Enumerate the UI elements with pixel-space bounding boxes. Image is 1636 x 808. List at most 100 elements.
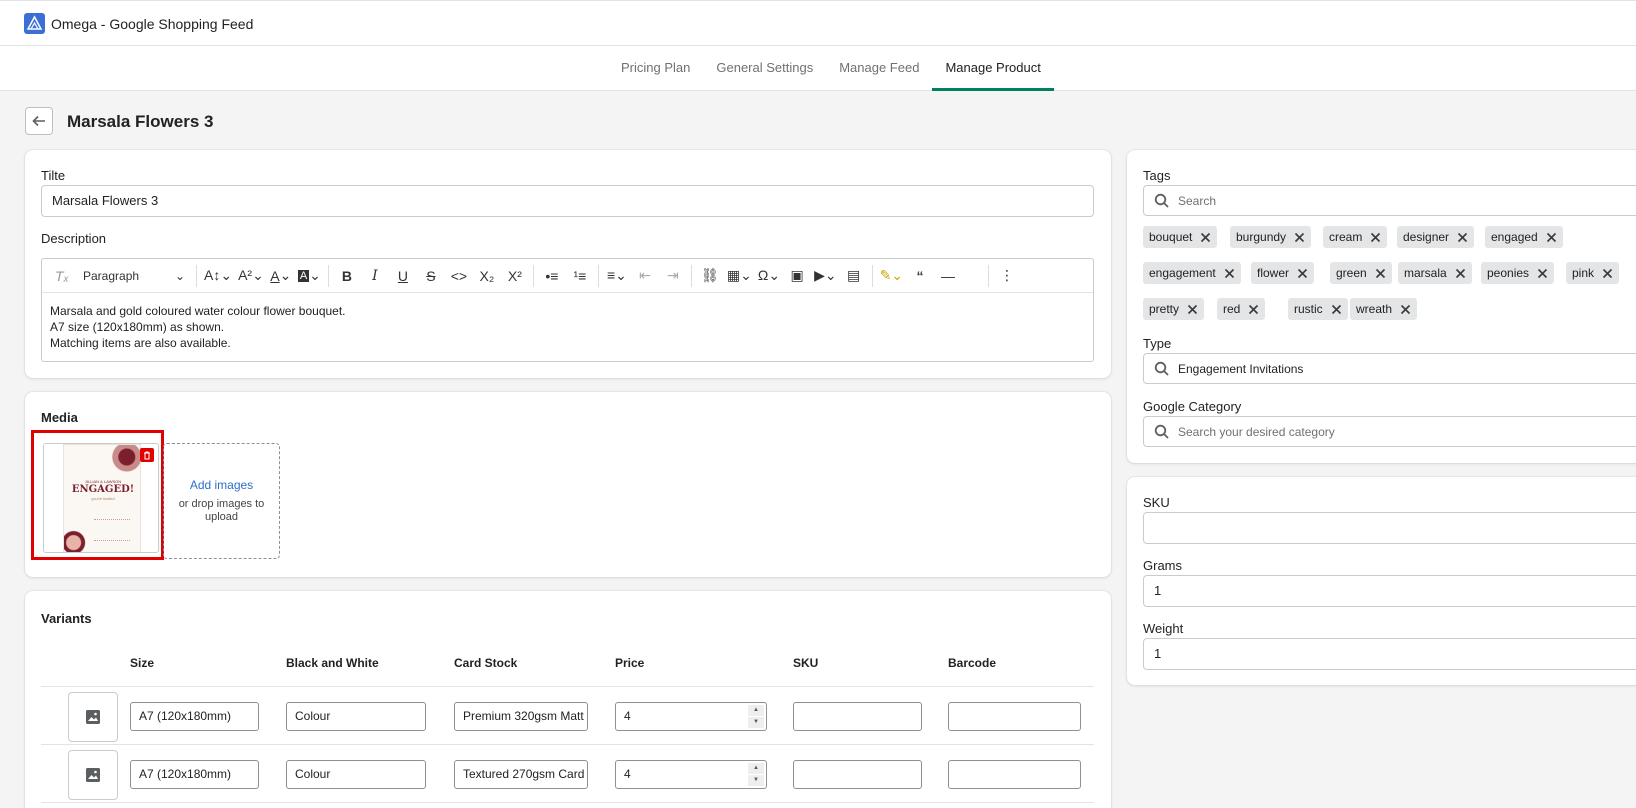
subscript-icon[interactable]: X₂ (476, 263, 498, 289)
variant-size-input[interactable]: A7 (120x180mm) (130, 702, 259, 731)
remove-tag-icon[interactable] (1400, 304, 1411, 315)
toolbar-divider (532, 264, 534, 287)
outdent-icon[interactable]: ⇤ (634, 263, 656, 289)
strikethrough-icon[interactable]: S (420, 263, 442, 289)
html-icon[interactable]: ▤ (843, 263, 865, 289)
add-images-link[interactable]: Add images (164, 478, 279, 492)
tag-chip-designer: designer (1397, 226, 1475, 248)
type-value: Engagement Invitations (1178, 362, 1304, 376)
font-size-icon[interactable]: A↕⌄ (204, 263, 232, 289)
numbered-list-icon[interactable]: ¹≡ (569, 263, 591, 289)
stepper-up-icon[interactable]: ▲ (748, 763, 764, 774)
stepper-down-icon[interactable]: ▼ (748, 775, 764, 786)
remove-tag-icon[interactable] (1537, 268, 1548, 279)
google-category-label: Google Category (1143, 399, 1242, 414)
google-category-input[interactable]: Search your desired category (1143, 416, 1636, 447)
variant-barcode-input[interactable] (948, 702, 1081, 731)
video-icon[interactable]: ▶⌄ (814, 263, 837, 289)
remove-tag-icon[interactable] (1297, 268, 1308, 279)
variant-bw-input[interactable]: Colour (286, 702, 426, 731)
tag-chip-bouquet: bouquet (1143, 226, 1218, 248)
variant-sku-input[interactable] (793, 760, 922, 789)
blockquote-icon[interactable]: “ (909, 263, 931, 289)
image-dropzone[interactable]: Add images or drop images to upload (163, 443, 280, 559)
variant-card-stock-input[interactable]: Textured 270gsm Card (454, 760, 588, 789)
back-button[interactable] (25, 107, 53, 135)
variant-image-placeholder[interactable] (68, 692, 118, 742)
weight-input[interactable]: 1 (1143, 638, 1636, 670)
link-icon[interactable]: ⛓ (699, 263, 721, 289)
description-editor: Tₓ Paragraph ⌄ A↕⌄ A²⌄ A ⌄ A ⌄ B I U S <> X… (41, 258, 1094, 362)
toolbar-divider (871, 264, 873, 287)
price-stepper[interactable]: ▲ ▼ (748, 763, 764, 786)
variant-size-input[interactable]: A7 (120x180mm) (130, 760, 259, 789)
special-character-icon[interactable]: Ω⌄ (758, 263, 780, 289)
remove-tag-icon[interactable] (1187, 304, 1198, 315)
tab-general-settings[interactable]: General Settings (703, 46, 826, 91)
tags-search-input[interactable]: Search (1143, 185, 1636, 216)
table-icon[interactable]: ▦⌄ (727, 263, 752, 289)
superscript-icon[interactable]: X² (504, 263, 526, 289)
align-icon[interactable]: ≡⌄ (606, 263, 628, 289)
image-icon[interactable]: ▣ (786, 263, 808, 289)
remove-tag-icon[interactable] (1248, 304, 1259, 315)
variant-image-placeholder[interactable] (68, 750, 118, 800)
remove-tag-icon[interactable] (1602, 268, 1613, 279)
tab-manage-feed[interactable]: Manage Feed (826, 46, 932, 91)
remove-tag-icon[interactable] (1546, 232, 1557, 243)
tag-label: pink (1572, 266, 1595, 280)
variant-barcode-input[interactable] (948, 760, 1081, 789)
remove-tag-icon[interactable] (1375, 268, 1386, 279)
tab-pricing-plan[interactable]: Pricing Plan (608, 46, 703, 91)
toolbar-divider (196, 264, 197, 287)
app-title: Omega - Google Shopping Feed (51, 16, 254, 32)
highlight-icon[interactable]: ✎⌄ (880, 263, 903, 289)
more-options-icon[interactable]: ⋮ (996, 263, 1018, 289)
remove-tag-icon[interactable] (1457, 232, 1468, 243)
font-family-icon[interactable]: A²⌄ (238, 263, 264, 289)
weight-label: Weight (1143, 621, 1184, 636)
product-image-thumbnail[interactable]: JILLIAN & LAWSON ENGAGED! you're invited (43, 443, 159, 553)
invitation-headline: ENGAGED! (71, 484, 135, 495)
variant-sku-input[interactable] (793, 702, 922, 731)
toolbar-divider (690, 264, 692, 287)
horizontal-rule-icon[interactable]: — (937, 263, 959, 289)
editor-toolbar: Tₓ Paragraph ⌄ A↕⌄ A²⌄ A ⌄ A ⌄ B I U S <> X… (42, 259, 1093, 293)
text-color-icon[interactable]: A ⌄ (270, 263, 292, 289)
underline-icon[interactable]: U (392, 263, 414, 289)
title-input[interactable]: Marsala Flowers 3 (41, 185, 1094, 217)
stepper-down-icon[interactable]: ▼ (748, 717, 764, 728)
type-input[interactable]: Engagement Invitations (1143, 353, 1636, 384)
remove-tag-icon[interactable] (1455, 268, 1466, 279)
variant-price-input[interactable]: 4 ▲ ▼ (615, 702, 767, 731)
editor-content[interactable]: Marsala and gold coloured water colour f… (42, 293, 1093, 361)
price-stepper[interactable]: ▲ ▼ (748, 705, 764, 728)
remove-tag-icon[interactable] (1224, 268, 1235, 279)
sku-input[interactable] (1143, 512, 1636, 544)
tag-label: burgundy (1236, 230, 1287, 244)
grams-input[interactable]: 1 (1143, 575, 1636, 607)
variant-card-stock-input[interactable]: Premium 320gsm Matt (454, 702, 588, 731)
italic-icon[interactable]: I (364, 263, 386, 289)
variant-price-input[interactable]: 4 ▲ ▼ (615, 760, 767, 789)
code-icon[interactable]: <> (448, 263, 470, 289)
delete-image-button[interactable] (140, 448, 154, 462)
remove-tag-icon[interactable] (1331, 304, 1342, 315)
variants-card: Variants Size Black and White Card Stock… (25, 591, 1111, 808)
remove-tag-icon[interactable] (1294, 232, 1305, 243)
remove-tag-icon[interactable] (1200, 232, 1211, 243)
clear-format-icon[interactable]: Tₓ (51, 263, 73, 289)
tab-manage-product[interactable]: Manage Product (932, 46, 1054, 91)
background-color-icon[interactable]: A ⌄ (297, 263, 321, 289)
stepper-up-icon[interactable]: ▲ (748, 705, 764, 716)
indent-icon[interactable]: ⇥ (662, 263, 684, 289)
paragraph-select[interactable]: Paragraph ⌄ (79, 263, 189, 289)
remove-tag-icon[interactable] (1370, 232, 1381, 243)
tag-chip-peonies: peonies (1481, 262, 1555, 284)
flower-graphic (64, 527, 88, 552)
variant-bw-input[interactable]: Colour (286, 760, 426, 789)
media-title: Media (41, 410, 78, 425)
bullet-list-icon[interactable]: •≡ (541, 263, 563, 289)
bold-icon[interactable]: B (336, 263, 358, 289)
row-divider (41, 744, 1094, 745)
